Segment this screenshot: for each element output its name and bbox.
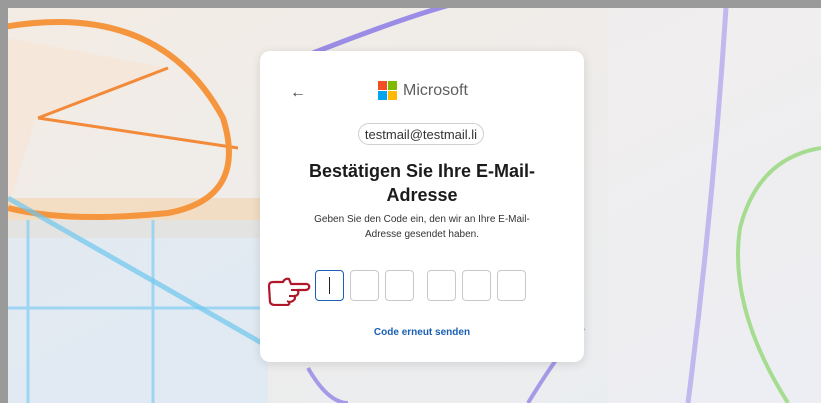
code-digit-1[interactable]	[315, 270, 344, 301]
browser-viewport: ← Microsoft testmail@testmail.li Bestäti…	[8, 8, 821, 403]
code-digit-2[interactable]	[350, 270, 379, 301]
microsoft-logo: Microsoft	[378, 81, 468, 100]
pointing-hand-icon	[267, 277, 311, 306]
code-digit-5[interactable]	[462, 270, 491, 301]
instructions-text: Geben Sie den Code ein, den wir an Ihre …	[314, 214, 530, 240]
logo-square-blue	[378, 91, 387, 100]
logo-square-green	[388, 81, 397, 90]
code-digit-3[interactable]	[385, 270, 414, 301]
page-title: Bestätigen Sie Ihre E-Mail-Adresse	[308, 161, 536, 205]
text-caret	[329, 277, 330, 294]
code-input-group	[315, 270, 529, 301]
back-arrow-icon[interactable]: ←	[290, 85, 306, 101]
resend-code-link[interactable]: Code erneut senden	[280, 327, 564, 338]
email-identity-pill[interactable]: testmail@testmail.li	[358, 123, 484, 145]
logo-square-red	[378, 81, 387, 90]
microsoft-squares-icon	[378, 81, 397, 100]
code-digit-4[interactable]	[427, 270, 456, 301]
logo-text: Microsoft	[403, 82, 468, 99]
verification-card: ← Microsoft testmail@testmail.li Bestäti…	[260, 51, 584, 362]
logo-square-yellow	[388, 91, 397, 100]
code-digit-6[interactable]	[497, 270, 526, 301]
